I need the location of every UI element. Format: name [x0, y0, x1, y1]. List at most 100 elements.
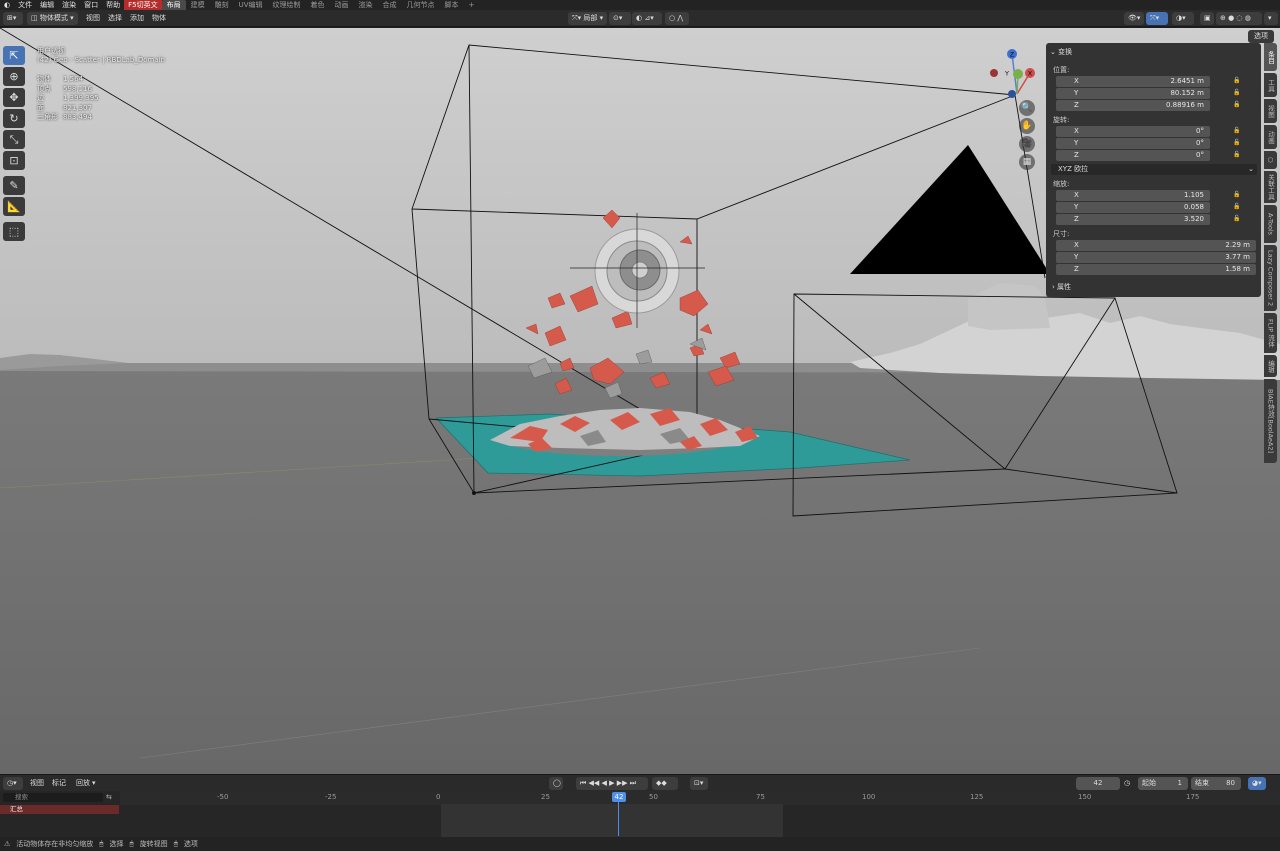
lock-icon[interactable]: 🔓 [1233, 127, 1240, 134]
record-icon[interactable]: ◯ [549, 777, 563, 790]
menu-window[interactable]: 窗口 [80, 0, 102, 10]
shading-options-icon[interactable]: ▾ [1264, 12, 1278, 25]
tab-blae-effects[interactable]: BlAE特效[BoolAeA2] [1264, 379, 1277, 463]
workspace-tab-shading[interactable]: 着色 [306, 0, 330, 10]
move-icon[interactable]: ✥ [3, 88, 25, 107]
transform-icon[interactable]: ⊡ [3, 151, 25, 170]
playhead-marker[interactable]: 42 [612, 792, 626, 802]
tab-view[interactable]: 视图 [1264, 99, 1277, 123]
pivot-icon[interactable]: ⊙▾ [609, 12, 631, 25]
dimensions-z-field[interactable]: Z 1.58 m [1056, 264, 1256, 275]
current-frame-field[interactable]: 42 [1076, 777, 1120, 790]
summary-channel[interactable]: 汇总 [0, 805, 119, 814]
menu-help[interactable]: 帮助 [102, 0, 124, 10]
rotation-mode-select[interactable]: XYZ 欧拉 ⌄ [1051, 164, 1257, 175]
workspace-tab-sculpting[interactable]: 雕刻 [210, 0, 234, 10]
menu-render[interactable]: 渲染 [58, 0, 80, 10]
scale-y-field[interactable]: Y 0.058 [1056, 202, 1210, 213]
tab-flip-fluids[interactable]: FLIP 流体 [1264, 313, 1277, 353]
tab-a-tools[interactable]: A-Tools [1264, 205, 1277, 243]
rotation-y-field[interactable]: Y 0° [1056, 138, 1210, 149]
visibility-icon[interactable]: 👁▾ [1124, 12, 1144, 25]
transform-orientation-select[interactable]: ⤧▾ 局部 ▾ [568, 12, 608, 25]
playback-controls[interactable]: ⏮ ◀◀ ◀ ▶ ▶▶ ⏭ [576, 777, 648, 790]
workspace-tab-modeling[interactable]: 建模 [186, 0, 210, 10]
menu-file[interactable]: 文件 [14, 0, 36, 10]
gizmo-toggle-icon[interactable]: ⤧▾ [1146, 12, 1168, 25]
tab-animation[interactable]: 动画 [1264, 125, 1277, 149]
header-menu-object[interactable]: 物体 [152, 12, 166, 25]
workspace-tab-texture-paint[interactable]: 纹理绘制 [268, 0, 306, 10]
lock-icon[interactable]: 🔓 [1233, 139, 1240, 146]
properties-section-header[interactable]: › 属性 [1046, 280, 1261, 294]
tab-edit[interactable]: 编辑 [1264, 355, 1277, 377]
lock-icon[interactable]: 🔓 [1233, 77, 1240, 84]
shading-modes[interactable]: ⊕ ● ◌ ◍ [1216, 12, 1262, 25]
clock-icon[interactable]: ◷ [1124, 777, 1130, 790]
xray-icon[interactable]: ▣ [1200, 12, 1214, 25]
scale-z-field[interactable]: Z 3.520 [1056, 214, 1210, 225]
editor-type-clock-icon[interactable]: ◷▾ [3, 777, 23, 790]
header-menu-add[interactable]: 添加 [130, 12, 144, 25]
keying-set-icon[interactable]: ⊡▾ [690, 777, 708, 790]
tab-tool[interactable]: 工具 [1264, 73, 1277, 97]
tab-lazy-composer[interactable]: Lazy Composer 2 [1264, 245, 1277, 311]
transform-section-header[interactable]: ⌄ 变换 [1050, 47, 1072, 57]
rotation-z-field[interactable]: Z 0° [1056, 150, 1210, 161]
blender-logo-icon[interactable]: ◐ [0, 0, 14, 10]
viewport-options-button[interactable]: 选项 [1248, 30, 1274, 43]
workspace-tab-animation[interactable]: 动画 [330, 0, 354, 10]
lock-icon[interactable]: 🔓 [1233, 151, 1240, 158]
workspace-tab-layout[interactable]: 布局 [161, 0, 186, 10]
menu-edit[interactable]: 编辑 [36, 0, 58, 10]
mode-select[interactable]: ◫ 物体模式 ▾ [27, 12, 78, 25]
snap-icon[interactable]: ◐ ⊿▾ [632, 12, 662, 25]
pan-hand-icon[interactable]: ✋ [1019, 118, 1035, 134]
chevron-down-icon[interactable]: ▾ [92, 777, 96, 790]
keyframe-jump-icon[interactable]: ◆◆ [652, 777, 678, 790]
lock-icon[interactable]: 🔓 [1233, 203, 1240, 210]
timeline-menu-playback[interactable]: 回放 [76, 777, 90, 790]
3d-viewport[interactable]: 选项 ⇱ ⊕ ✥ ↻ ⤡ ⊡ ✎ 📐 ⬚ 用户透视 (42) Geo - Sca… [0, 28, 1280, 774]
camera-view-icon[interactable]: 🎥 [1019, 136, 1035, 152]
overlay-toggle-icon[interactable]: ◑▾ [1172, 12, 1194, 25]
tab-related-tools[interactable]: 关联工具 [1264, 171, 1277, 203]
measure-icon[interactable]: 📐 [3, 197, 25, 216]
annotate-icon[interactable]: ✎ [3, 176, 25, 195]
rotation-x-field[interactable]: X 0° [1056, 126, 1210, 137]
location-x-field[interactable]: X 2.6451 m [1056, 76, 1210, 87]
proportional-edit-icon[interactable]: ○ ⋀ [665, 12, 689, 25]
frame-end-field[interactable]: 结束 80 [1191, 777, 1241, 790]
timeline-menu-view[interactable]: 视图 [30, 777, 44, 790]
dimensions-x-field[interactable]: X 2.29 m [1056, 240, 1256, 251]
location-y-field[interactable]: Y 80.152 m [1056, 88, 1210, 99]
header-menu-select[interactable]: 选择 [108, 12, 122, 25]
workspace-tab-rendering[interactable]: 渲染 [354, 0, 378, 10]
navigation-gizmo[interactable]: Z X Y [988, 48, 1036, 102]
workspace-tab-geometry-nodes[interactable]: 几何节点 [402, 0, 440, 10]
workspace-tab-uv[interactable]: UV编辑 [234, 0, 268, 10]
cursor-icon[interactable]: ⊕ [3, 67, 25, 86]
lock-icon[interactable]: 🔓 [1233, 191, 1240, 198]
timeline-menu-markers[interactable]: 标记 [52, 777, 66, 790]
dimensions-y-field[interactable]: Y 3.77 m [1056, 252, 1256, 263]
add-workspace-button[interactable]: + [464, 0, 480, 10]
workspace-tab-compositing[interactable]: 合成 [378, 0, 402, 10]
header-menu-view[interactable]: 视图 [86, 12, 100, 25]
zoom-icon[interactable]: 🔍 [1019, 100, 1035, 116]
perspective-grid-icon[interactable]: ▦ [1019, 154, 1035, 170]
tab-addon-icon[interactable]: ⬡ [1264, 151, 1277, 169]
frame-ruler[interactable]: -50 -25 0 25 50 75 100 125 150 175 [120, 791, 1280, 805]
add-cube-icon[interactable]: ⬚ [3, 222, 25, 241]
addon-switch-button[interactable]: F5切英文 [124, 0, 162, 10]
timeline-area[interactable]: 搜索 ⇆ 汇总 -50 -25 0 25 50 75 100 125 150 1… [0, 791, 1280, 837]
tab-item[interactable]: 条目 [1264, 43, 1277, 71]
sync-icon[interactable]: ◕▾ [1248, 777, 1266, 790]
scale-x-field[interactable]: X 1.105 [1056, 190, 1210, 201]
lock-icon[interactable]: 🔓 [1233, 215, 1240, 222]
editor-type-icon[interactable]: ⊞▾ [3, 12, 23, 25]
rotate-icon[interactable]: ↻ [3, 109, 25, 128]
lock-icon[interactable]: 🔓 [1233, 89, 1240, 96]
workspace-tab-scripting[interactable]: 脚本 [440, 0, 464, 10]
scale-icon[interactable]: ⤡ [3, 130, 25, 149]
